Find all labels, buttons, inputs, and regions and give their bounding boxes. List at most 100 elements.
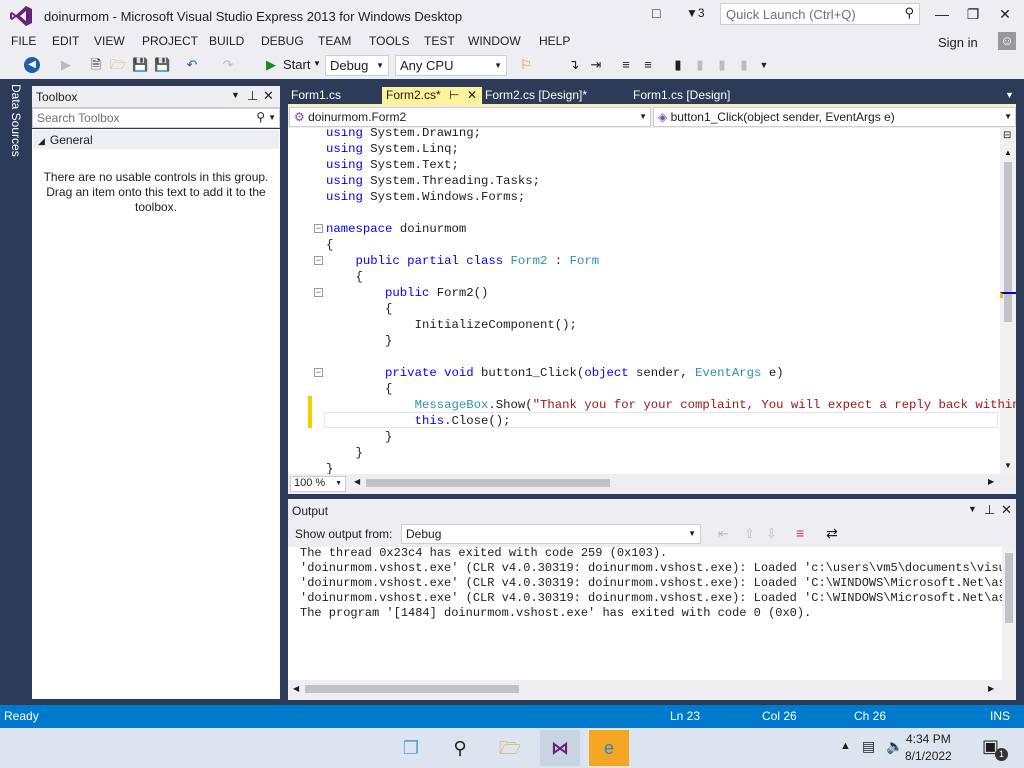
tab-form1-design[interactable]: Form1.cs [Design] xyxy=(629,87,734,105)
step-over-icon[interactable]: ⇥ xyxy=(588,57,604,73)
system-clock[interactable]: 4:34 PM 8/1/2022 xyxy=(905,731,952,765)
next-bookmark-icon[interactable]: ▮ xyxy=(714,57,730,73)
restore-button[interactable]: ❐ xyxy=(958,2,988,26)
output-line: 'doinurmom.vshost.exe' (CLR v4.0.30319: … xyxy=(300,591,1016,605)
tab-form1-cs[interactable]: Form1.cs xyxy=(287,87,345,105)
pin-icon[interactable]: ⊥ xyxy=(247,88,258,104)
output-horizontal-scroll-thumb[interactable] xyxy=(305,685,519,693)
pin-icon[interactable]: ⊥ xyxy=(984,502,995,518)
find-in-files-icon[interactable]: ⚐ xyxy=(518,57,534,73)
start-button[interactable]: Start xyxy=(283,57,310,72)
toolbox-menu-icon[interactable]: ▼ xyxy=(231,90,240,100)
feedback-icon[interactable]: □ xyxy=(652,5,660,21)
menu-file[interactable]: FILE xyxy=(11,34,36,48)
menu-build[interactable]: BUILD xyxy=(209,34,244,48)
toolbar-overflow-icon[interactable]: ▼ xyxy=(756,57,772,73)
menu-test[interactable]: TEST xyxy=(424,34,455,48)
start-play-icon[interactable]: ▶ xyxy=(263,57,279,73)
scroll-right-icon[interactable]: ▶ xyxy=(988,477,994,486)
code-editor[interactable]: ⊟ ▲ ▼ using System.Drawing; using System… xyxy=(288,128,1016,474)
search-icon[interactable]: ⚲ xyxy=(440,730,480,766)
uncomment-lines-icon[interactable]: ≡ xyxy=(640,57,656,73)
close-tab-icon[interactable]: ✕ xyxy=(467,88,477,102)
data-sources-tab[interactable]: Data Sources xyxy=(9,84,23,164)
scroll-up-icon[interactable]: ▲ xyxy=(1004,148,1012,157)
toolbox-close-icon[interactable]: ✕ xyxy=(263,88,274,104)
redo-icon[interactable]: ↷ xyxy=(220,57,236,73)
editor-scroll-thumb[interactable] xyxy=(1004,162,1012,322)
output-horizontal-scrollbar[interactable]: ◀ ▶ xyxy=(288,680,1016,700)
scroll-right-icon[interactable]: ▶ xyxy=(988,684,994,693)
menu-edit[interactable]: EDIT xyxy=(52,34,79,48)
previous-bookmark-icon[interactable]: ▮ xyxy=(692,57,708,73)
sign-in-link[interactable]: Sign in xyxy=(938,35,978,50)
output-close-icon[interactable]: ✕ xyxy=(1001,502,1012,518)
collapse-region-icon[interactable]: − xyxy=(314,224,323,233)
clear-all-icon[interactable]: ≡ xyxy=(796,525,804,541)
menu-tools[interactable]: TOOLS xyxy=(369,34,409,48)
quick-launch-input[interactable]: Quick Launch (Ctrl+Q) ⚲ xyxy=(720,3,920,25)
editor-horizontal-scroll-thumb[interactable] xyxy=(366,479,610,487)
comment-lines-icon[interactable]: ≡ xyxy=(618,57,634,73)
clear-bookmarks-icon[interactable]: ▮ xyxy=(736,57,752,73)
show-output-from-label: Show output from: xyxy=(295,527,393,541)
output-scroll-thumb[interactable] xyxy=(1005,553,1013,623)
output-text-area[interactable]: The thread 0x23c4 has exited with code 2… xyxy=(288,547,1016,680)
internet-explorer-icon[interactable]: e xyxy=(589,730,629,766)
minimize-button[interactable]: — xyxy=(927,2,957,26)
menu-debug[interactable]: DEBUG xyxy=(261,34,304,48)
close-button[interactable]: ✕ xyxy=(990,2,1020,26)
back-icon[interactable]: ◀ xyxy=(24,57,40,73)
network-icon[interactable]: ▤ xyxy=(862,738,875,755)
collapse-region-icon[interactable]: − xyxy=(314,288,323,297)
undo-icon[interactable]: ↶ xyxy=(184,57,200,73)
visual-studio-taskbar-icon[interactable]: ⋈ xyxy=(540,730,580,766)
save-all-icon[interactable]: 💾 xyxy=(154,57,170,73)
split-view-icon[interactable]: ⊟ xyxy=(1003,130,1011,141)
menu-help[interactable]: HELP xyxy=(539,34,570,48)
menu-window[interactable]: WINDOW xyxy=(468,34,521,48)
next-message-icon[interactable]: ⇩ xyxy=(766,526,777,542)
chevron-down-icon[interactable]: ▼ xyxy=(268,113,276,122)
scroll-down-icon[interactable]: ▼ xyxy=(1004,461,1012,470)
platform-dropdown[interactable]: Any CPU ▼ xyxy=(395,55,507,76)
file-explorer-icon[interactable]: 🗁 xyxy=(490,730,530,766)
save-icon[interactable]: 💾 xyxy=(132,57,148,73)
open-file-icon[interactable]: 🗁 xyxy=(110,57,126,73)
zoom-dropdown[interactable]: 100 % ▼ xyxy=(290,476,346,492)
type-navigation-dropdown[interactable]: ⚙ doinurmom.Form2 ▼ xyxy=(289,107,651,127)
bookmark-icon[interactable]: ▮ xyxy=(670,57,686,73)
configuration-dropdown[interactable]: Debug ▼ xyxy=(325,55,389,76)
previous-message-icon[interactable]: ⇧ xyxy=(744,526,755,542)
output-menu-icon[interactable]: ▼ xyxy=(968,504,977,514)
go-to-line-icon[interactable]: ⇤ xyxy=(718,526,729,542)
collapse-region-icon[interactable]: − xyxy=(314,256,323,265)
task-view-icon[interactable]: ❐ xyxy=(391,730,431,766)
menu-project[interactable]: PROJECT xyxy=(142,34,198,48)
output-vertical-scrollbar[interactable] xyxy=(1002,547,1016,680)
menu-view[interactable]: VIEW xyxy=(94,34,125,48)
volume-icon[interactable]: 🔈 xyxy=(886,738,903,755)
scroll-left-icon[interactable]: ◀ xyxy=(354,477,360,486)
toolbox-search-input[interactable]: Search Toolbox ⚲ ▼ xyxy=(32,108,280,128)
tab-form2-cs[interactable]: Form2.cs* ⊢ ✕ xyxy=(382,87,482,105)
step-into-icon[interactable]: ↴ xyxy=(566,57,582,73)
scroll-left-icon[interactable]: ◀ xyxy=(293,684,299,693)
toolbox-empty-message: There are no usable controls in this gro… xyxy=(43,170,269,214)
editor-vertical-scrollbar[interactable]: ⊟ ▲ ▼ xyxy=(1000,128,1016,474)
collapse-region-icon[interactable]: − xyxy=(314,368,323,377)
toolbox-group-general[interactable]: ◢ General xyxy=(38,133,93,147)
show-hidden-icons-icon[interactable]: ▲ xyxy=(840,740,851,752)
forward-icon[interactable]: ▶ xyxy=(58,57,74,73)
output-source-dropdown[interactable]: Debug ▼ xyxy=(401,524,701,544)
menu-team[interactable]: TEAM xyxy=(318,34,351,48)
tab-list-dropdown-icon[interactable]: ▼ xyxy=(1005,90,1014,100)
new-project-icon[interactable]: 🗎 xyxy=(88,57,104,73)
notifications-flag-icon[interactable]: ▼3 xyxy=(686,6,705,20)
account-avatar-icon[interactable]: ☺ xyxy=(998,32,1016,50)
word-wrap-icon[interactable]: ⇄ xyxy=(826,525,838,542)
member-navigation-dropdown[interactable]: ◈ button1_Click(object sender, EventArgs… xyxy=(653,107,1016,127)
start-dropdown-icon[interactable]: ▼ xyxy=(313,59,321,68)
tab-form2-design[interactable]: Form2.cs [Design]* xyxy=(481,87,591,105)
pin-tab-icon[interactable]: ⊢ xyxy=(449,88,459,102)
